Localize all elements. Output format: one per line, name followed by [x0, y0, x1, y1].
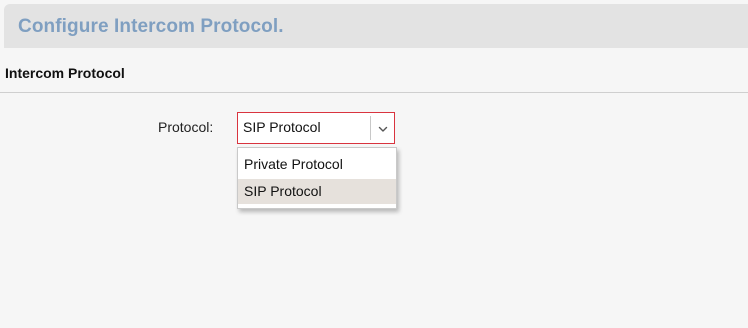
option-private-protocol[interactable]: Private Protocol — [238, 152, 396, 177]
chevron-down-icon[interactable] — [377, 122, 389, 134]
page-header: Configure Intercom Protocol. — [4, 4, 748, 48]
section-divider — [0, 92, 748, 93]
select-divider — [370, 116, 371, 140]
protocol-select[interactable]: SIP Protocol — [237, 112, 395, 144]
protocol-label: Protocol: — [158, 119, 214, 135]
option-sip-protocol[interactable]: SIP Protocol — [238, 179, 396, 204]
page-title: Configure Intercom Protocol. — [18, 16, 284, 37]
protocol-dropdown-list: Private Protocol SIP Protocol — [237, 147, 397, 209]
intercom-protocol-page: Configure Intercom Protocol. Intercom Pr… — [0, 0, 748, 328]
section-title: Intercom Protocol — [5, 65, 125, 81]
protocol-select-value: SIP Protocol — [243, 119, 321, 135]
